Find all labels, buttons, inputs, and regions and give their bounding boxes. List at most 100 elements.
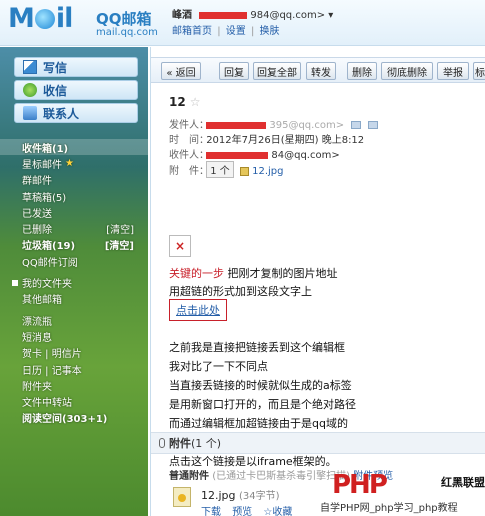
save-link[interactable]: ☆收藏 xyxy=(263,507,292,516)
folder-expand-icon[interactable] xyxy=(12,279,18,286)
folder-label: 草稿箱(5) xyxy=(22,192,67,204)
folder-list: 收件箱(1) 星标邮件 ★ 群邮件 草稿箱(5) 已发送 已删除 [清空] 垃圾箱(19) [清空… xyxy=(0,139,148,426)
body-text-line: 而通过编辑框加超链接由于是qq域的 xyxy=(169,417,348,430)
folder-label: 贺卡 | 明信片 xyxy=(22,349,82,361)
folder-item[interactable]: 日历 | 记事本 xyxy=(0,361,148,377)
redacted-recipient xyxy=(206,151,269,159)
write-button[interactable]: 写信 xyxy=(14,57,138,77)
star-icon: ★ xyxy=(65,157,74,169)
delete-permanently-button[interactable]: 彻底删除 xyxy=(381,62,433,80)
folder-item[interactable]: 附件夹 xyxy=(0,377,148,393)
user-info[interactable]: 峰酒 984@qq.com> ▾ xyxy=(172,6,333,21)
user-name: 峰酒 xyxy=(172,10,192,21)
receive-label: 收信 xyxy=(43,83,68,98)
from-email[interactable]: 395@qq.com> xyxy=(269,120,344,131)
broken-image-icon: × xyxy=(169,235,191,257)
body-line-2: 用超链的形式加到这段文字上 xyxy=(169,285,312,298)
logo-o-icon xyxy=(34,9,55,29)
folder-item[interactable]: 我的文件夹 xyxy=(0,274,148,290)
attachment-count: (1 个) xyxy=(191,437,222,450)
folder-item[interactable]: 已删除 [清空] xyxy=(0,220,148,236)
from-label: 发件人： xyxy=(169,120,209,131)
view-link[interactable]: 预览 xyxy=(232,507,252,516)
folder-label: 收件箱(1) xyxy=(22,143,69,155)
inbox-icon xyxy=(23,83,37,97)
link-switch-skin[interactable]: 换肤 xyxy=(260,26,280,37)
link-settings[interactable]: 设置 xyxy=(226,26,246,37)
redacted-email xyxy=(199,11,248,19)
attachment-file: 12.jpg (34字节) xyxy=(201,487,280,502)
image-file-icon xyxy=(239,166,249,176)
attachment-actions: 下载 预览 ☆收藏 xyxy=(201,503,300,516)
folder-item[interactable]: 贺卡 | 明信片 xyxy=(0,345,148,361)
meta-time: 时 间： 2012年7月26日(星期四) 晚上8:12 xyxy=(169,131,364,146)
paperclip-icon xyxy=(159,438,165,448)
contacts-button[interactable]: 联系人 xyxy=(14,103,138,123)
sidebar: 写信 收信 联系人 收件箱(1) 星标邮件 ★ 群邮件 草稿箱(5) 已发送 已删除 [清空]… xyxy=(0,47,148,516)
reply-button[interactable]: 回复 xyxy=(219,62,249,80)
report-button[interactable]: 举报 xyxy=(437,62,469,80)
folder-item[interactable]: 阅读空间(303+1) xyxy=(0,410,148,426)
body-text-line: 是用新窗口打开的，而且是个绝对路径 xyxy=(169,398,356,411)
click-here-link[interactable]: 点击此处 xyxy=(169,299,227,321)
body-text-line: 当直接丢链接的时候就似生成的a标签 xyxy=(169,379,352,392)
empty-folder-link[interactable]: [清空] xyxy=(105,237,134,252)
body-line-1: 关键的一步 把刚才复制的图片地址 xyxy=(169,265,338,281)
contact-card-icon[interactable] xyxy=(351,121,362,129)
watermark-brand-text: PHP xyxy=(332,470,388,500)
link-mail-home[interactable]: 邮箱首页 xyxy=(172,26,212,37)
email-icon[interactable] xyxy=(368,121,379,129)
redacted-sender-name xyxy=(206,121,267,129)
folder-label: 其他邮箱 xyxy=(22,295,62,307)
folder-label: 已发送 xyxy=(22,208,52,220)
folder-item[interactable]: 短消息 xyxy=(0,328,148,344)
mail-subject: 12 ☆ xyxy=(169,95,200,109)
back-button[interactable]: « 返回 xyxy=(161,62,201,80)
folder-item[interactable]: 群邮件 xyxy=(0,172,148,188)
image-thumbnail-icon[interactable] xyxy=(173,487,191,507)
folder-item[interactable]: 垃圾箱(19) [清空] xyxy=(0,237,148,253)
watermark-tag: 红黑联盟 xyxy=(441,476,485,489)
watermark: PHP 红黑联盟 自学PHP网_php学习_php教程 xyxy=(318,470,485,516)
folder-label: 漂流瓶 xyxy=(22,316,52,328)
mark-button[interactable]: 标 xyxy=(473,62,485,80)
pen-icon xyxy=(23,60,37,74)
delete-button[interactable]: 删除 xyxy=(347,62,377,80)
star-icon[interactable]: ☆ xyxy=(190,95,201,109)
folder-item[interactable]: 其他邮箱 xyxy=(0,291,148,307)
attachment-title: 附件 xyxy=(169,437,191,450)
folder-item[interactable]: 草稿箱(5) xyxy=(0,188,148,204)
body-highlight: 关键的一步 xyxy=(169,267,224,280)
folder-item[interactable]: 收件箱(1) xyxy=(0,139,148,156)
folder-label: 阅读空间(303+1) xyxy=(22,414,108,426)
folder-item[interactable]: 星标邮件 ★ xyxy=(0,155,148,171)
folder-label: 日历 | 记事本 xyxy=(22,365,82,377)
folder-label: 星标邮件 xyxy=(22,159,62,171)
folder-label: 文件中转站 xyxy=(22,398,72,410)
folder-item[interactable]: 漂流瓶 xyxy=(0,312,148,328)
header-links: 邮箱首页 | 设置 | 换肤 xyxy=(172,22,280,37)
attachment-filename[interactable]: 12.jpg xyxy=(201,489,236,502)
qqmail-logo[interactable]: Mil QQ邮箱 mail.qq.com xyxy=(8,4,162,42)
time-label: 时 间： xyxy=(169,135,209,146)
to-email[interactable]: 84@qq.com> xyxy=(271,150,339,161)
folder-item[interactable]: 已发送 xyxy=(0,204,148,220)
empty-folder-link[interactable]: [清空] xyxy=(106,221,134,236)
download-link[interactable]: 下载 xyxy=(201,507,221,516)
folder-item[interactable]: 文件中转站 xyxy=(0,393,148,409)
reply-all-button[interactable]: 回复全部 xyxy=(253,62,301,80)
subject-text: 12 xyxy=(169,95,186,109)
folder-item[interactable]: QQ邮件订阅 xyxy=(0,253,148,269)
user-dropdown-icon[interactable]: ▾ xyxy=(328,10,333,21)
folder-label: 我的文件夹 xyxy=(22,279,72,291)
mail-toolbar: « 返回 回复 回复全部 转发 删除 彻底删除 举报 标 xyxy=(151,57,485,83)
folder-label: 群邮件 xyxy=(22,176,52,188)
folder-label: QQ邮件订阅 xyxy=(22,257,78,269)
folder-label: 已删除 xyxy=(22,225,52,237)
folder-label: 附件夹 xyxy=(22,381,52,393)
attach-file-link[interactable]: 12.jpg xyxy=(252,166,283,177)
attach-label: 附 件： xyxy=(169,166,209,177)
receive-button[interactable]: 收信 xyxy=(14,80,138,100)
forward-button[interactable]: 转发 xyxy=(306,62,336,80)
attach-count[interactable]: 1 个 xyxy=(206,161,234,178)
